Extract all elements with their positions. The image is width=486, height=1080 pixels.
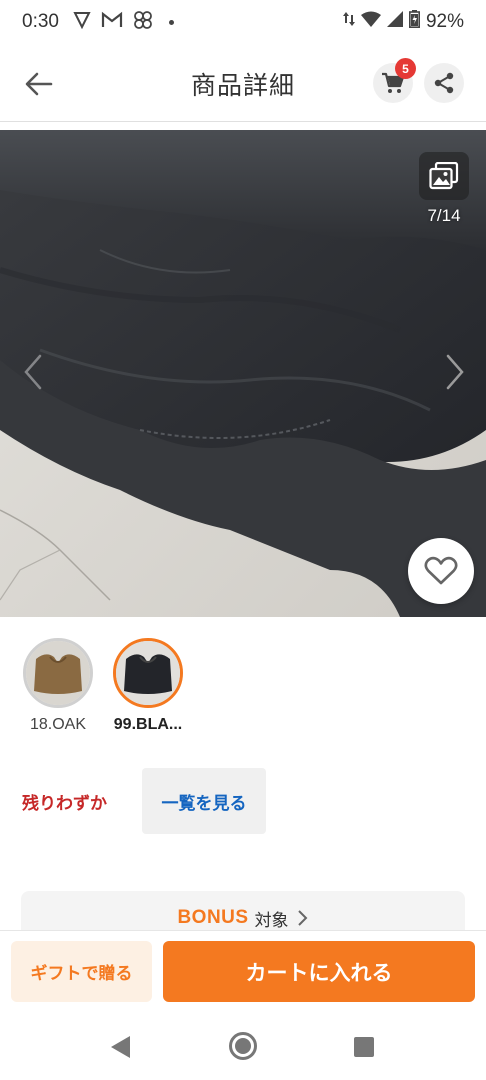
status-bar: 0:30 92% bbox=[0, 0, 486, 44]
system-status: 92% bbox=[342, 10, 464, 34]
stock-row: 残りわずか 一覧を見る bbox=[22, 768, 266, 834]
variant-oak[interactable]: 18.OAK bbox=[22, 638, 94, 734]
share-icon bbox=[434, 72, 454, 94]
bonus-text: 対象 bbox=[254, 910, 289, 931]
variant-label: 99.BLA... bbox=[113, 716, 183, 733]
variant-thumbnail bbox=[113, 638, 183, 708]
gallery-button[interactable] bbox=[419, 152, 469, 200]
nav-back-icon[interactable] bbox=[110, 1035, 132, 1059]
variant-label: 18.OAK bbox=[29, 716, 87, 733]
signal-icon bbox=[386, 11, 403, 33]
cart-count-badge: 5 bbox=[395, 58, 416, 79]
system-nav-bar bbox=[0, 1014, 486, 1080]
add-to-cart-button[interactable]: カートに入れる bbox=[163, 941, 475, 1002]
battery-icon bbox=[408, 10, 420, 34]
favorite-button[interactable] bbox=[408, 538, 474, 604]
nav-recents-icon[interactable] bbox=[354, 1037, 374, 1057]
gallery-icon bbox=[429, 162, 459, 190]
mail-icon bbox=[101, 11, 123, 34]
wifi-icon bbox=[360, 11, 381, 33]
bonus-logo: BONUS bbox=[177, 907, 249, 928]
chevron-left-icon[interactable] bbox=[20, 352, 48, 392]
status-time: 0:30 bbox=[22, 11, 59, 32]
battery-level: 92% bbox=[425, 11, 464, 32]
data-arrows-icon bbox=[342, 10, 355, 34]
image-counter: 7/14 bbox=[427, 206, 461, 225]
chevron-right-icon bbox=[297, 910, 307, 926]
color-variants: 18.OAK 99.BLA... bbox=[22, 638, 184, 734]
app-notification-icon bbox=[73, 11, 91, 34]
notification-icons bbox=[73, 10, 174, 35]
product-image-carousel[interactable]: 7/14 bbox=[0, 130, 486, 617]
action-bar: ギフトで贈る カートに入れる bbox=[0, 930, 486, 1014]
cart-button[interactable]: 5 bbox=[373, 58, 416, 103]
notification-dot-icon bbox=[168, 19, 174, 25]
product-photo bbox=[0, 130, 486, 617]
variant-thumbnail bbox=[23, 638, 93, 708]
view-list-button[interactable]: 一覧を見る bbox=[142, 768, 266, 834]
nav-home-icon[interactable] bbox=[228, 1031, 258, 1061]
app-header: 商品詳細 5 bbox=[0, 44, 486, 122]
stock-status: 残りわずか bbox=[22, 793, 107, 814]
variant-black[interactable]: 99.BLA... bbox=[112, 638, 184, 734]
pinwheel-icon bbox=[133, 10, 153, 35]
bonus-row: BONUS 対象 bbox=[177, 907, 308, 931]
heart-icon bbox=[424, 556, 458, 585]
share-button[interactable] bbox=[424, 63, 464, 103]
gift-button[interactable]: ギフトで贈る bbox=[11, 941, 152, 1002]
chevron-right-icon[interactable] bbox=[440, 352, 468, 392]
